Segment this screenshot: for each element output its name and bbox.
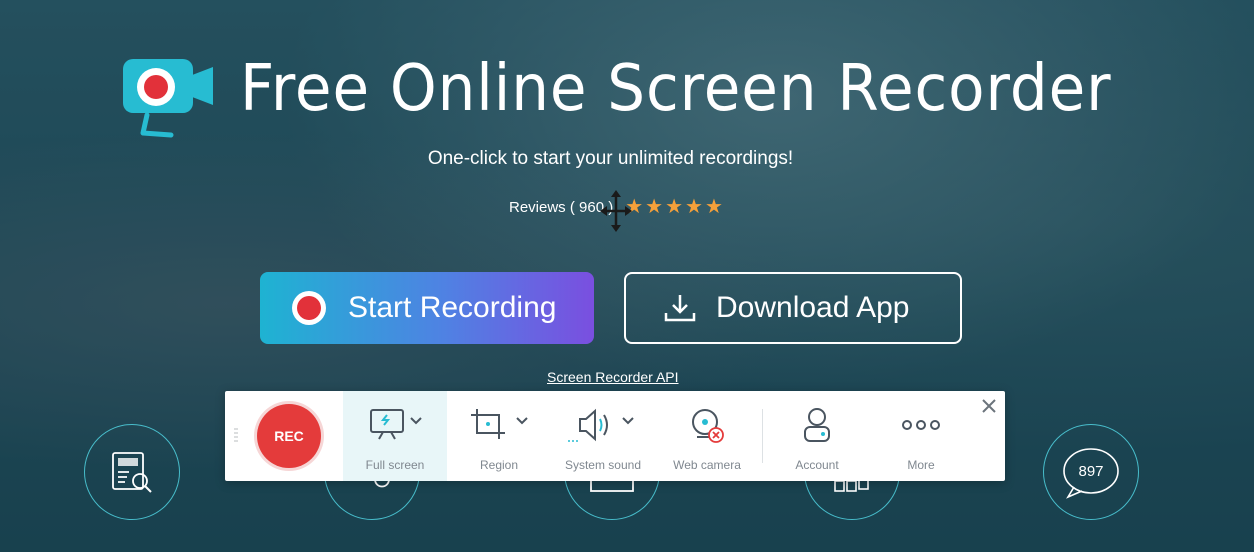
star-icon: ★	[704, 196, 723, 218]
crop-icon	[471, 409, 528, 439]
more-icon	[902, 420, 940, 430]
page-subtitle: One-click to start your unlimited record…	[427, 148, 794, 169]
speaker-icon	[568, 408, 634, 442]
start-recording-button[interactable]: Start Recording	[260, 272, 594, 344]
more-label: More	[907, 458, 935, 472]
more-tool[interactable]: More	[869, 391, 973, 481]
page-title: Free Online Screen Recorder	[240, 52, 1112, 126]
web-camera-tool[interactable]: Web camera	[655, 391, 759, 481]
web-camera-label: Web camera	[673, 458, 741, 472]
download-app-label: Download App	[716, 291, 910, 324]
star-icon: ★	[685, 196, 703, 218]
system-sound-label: System sound	[564, 458, 642, 472]
comment-count: 897	[1078, 463, 1104, 480]
download-app-button[interactable]: Download App	[624, 272, 962, 344]
recorder-toolbar: REC Full screen Region System sound Web …	[225, 391, 1005, 481]
move-cursor-icon	[600, 190, 632, 232]
rating-stars: ★ ★ ★ ★ ★	[625, 197, 723, 217]
screen-recorder-api-link[interactable]: Screen Recorder API	[547, 369, 679, 385]
webcam-icon	[692, 409, 724, 443]
rec-button[interactable]: REC	[257, 404, 321, 468]
region-tool[interactable]: Region	[447, 391, 551, 481]
record-dot-icon	[292, 291, 326, 325]
full-screen-label: Full screen	[365, 458, 425, 472]
start-recording-label: Start Recording	[348, 291, 557, 324]
toolbar-divider	[762, 409, 763, 463]
monitor-icon	[370, 409, 422, 440]
full-screen-tool[interactable]: Full screen	[343, 391, 447, 481]
reviews-count: Reviews ( 960 )	[509, 198, 614, 216]
star-icon: ★	[645, 196, 664, 218]
document-search-icon	[112, 452, 152, 493]
document-search-circle[interactable]	[84, 424, 180, 520]
close-icon[interactable]	[980, 397, 998, 415]
comments-circle[interactable]: 897	[1043, 424, 1139, 520]
drag-handle-icon[interactable]	[233, 427, 239, 445]
account-icon	[804, 408, 830, 442]
star-icon: ★	[665, 196, 684, 218]
download-icon	[664, 295, 696, 322]
app-logo-icon	[123, 59, 213, 138]
account-label: Account	[795, 458, 839, 472]
region-label: Region	[479, 458, 519, 472]
system-sound-tool[interactable]: System sound	[551, 391, 655, 481]
account-tool[interactable]: Account	[765, 391, 869, 481]
